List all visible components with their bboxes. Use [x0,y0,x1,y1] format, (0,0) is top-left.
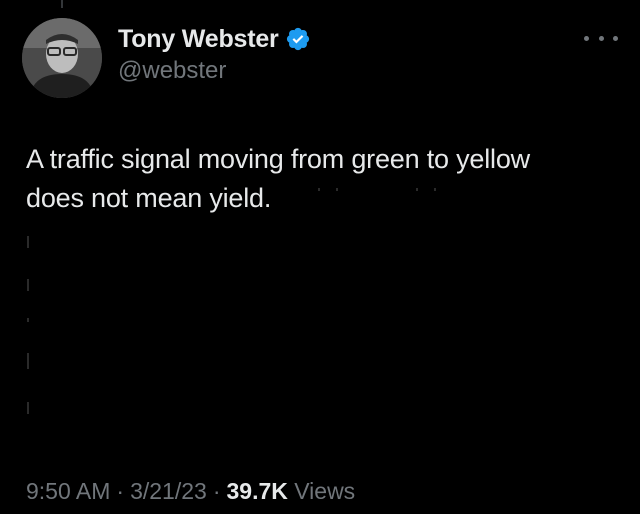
edit-artifact-mark [27,353,29,369]
tweet-text-line: does not mean yield. [26,183,272,213]
tweet-meta: 9:50 AM · 3/21/23 · 39.7K Views [26,476,355,506]
edit-artifact-mark [318,188,320,191]
views-label: Views [294,478,356,504]
more-dots-icon [598,35,604,41]
edit-artifact-mark [27,236,29,248]
author-display-name[interactable]: Tony Webster [118,24,279,54]
edit-artifact-mark [336,188,338,191]
edit-artifact-mark [27,279,29,291]
verified-badge-icon[interactable] [285,26,311,52]
edit-artifact-mark [27,318,29,322]
views-count[interactable]: 39.7K [226,478,287,504]
tweet-text-line: A traffic signal moving from green to ye… [26,144,530,174]
author-avatar[interactable] [22,18,102,98]
author-handle[interactable]: @webster [118,57,226,85]
more-dots-icon [613,35,618,41]
meta-separator: · [212,478,221,504]
edit-artifact-mark [27,402,29,414]
author-name-row: Tony Webster [118,24,311,54]
tweet-text: A traffic signal moving from green to ye… [26,140,616,218]
thread-connector-line [61,0,63,8]
edit-artifact-mark [434,188,436,191]
edit-artifact-mark [416,188,418,191]
more-dots-icon [584,35,589,41]
meta-separator: · [116,478,125,504]
more-options-button[interactable] [584,26,618,50]
user-avatar-icon [22,18,102,98]
tweet-time[interactable]: 9:50 AM [26,478,110,504]
tweet-date[interactable]: 3/21/23 [130,478,207,504]
